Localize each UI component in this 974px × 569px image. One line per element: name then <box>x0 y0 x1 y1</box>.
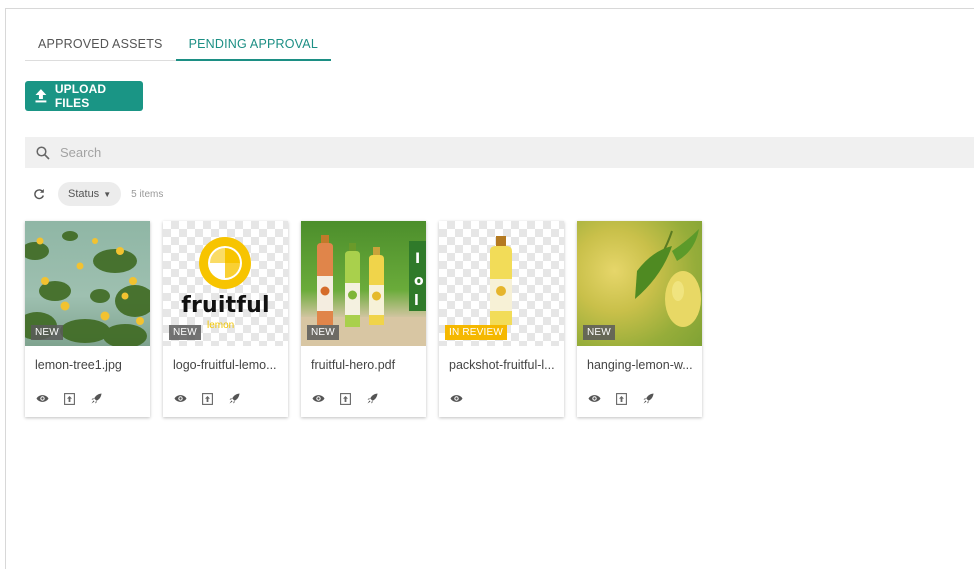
asset-actions <box>449 391 476 406</box>
logo-subtext: lemon <box>207 320 235 331</box>
svg-text:o: o <box>414 273 424 289</box>
asset-card[interactable]: NEW lemon-tree1.jpg <box>25 221 150 417</box>
upload-box-icon[interactable] <box>62 391 77 406</box>
asset-card[interactable]: I o l NEW fruitful-hero.pdf <box>301 221 426 417</box>
asset-actions <box>35 391 116 406</box>
asset-thumbnail: I o l NEW <box>301 221 426 346</box>
asset-name: packshot-fruitful-l... <box>449 358 555 372</box>
asset-name: lemon-tree1.jpg <box>35 358 122 372</box>
rocket-icon[interactable] <box>641 391 656 406</box>
rocket-icon[interactable] <box>89 391 104 406</box>
rocket-icon[interactable] <box>227 391 242 406</box>
status-filter-label: Status <box>68 188 100 200</box>
asset-thumbnail: fruitful lemon NEW <box>163 221 288 346</box>
refresh-icon <box>34 189 44 200</box>
upload-files-label: UPLOAD FILES <box>54 82 107 110</box>
search-icon <box>36 145 50 160</box>
upload-box-icon[interactable] <box>614 391 629 406</box>
rocket-icon[interactable] <box>365 391 380 406</box>
search-bar <box>25 137 974 168</box>
eye-icon[interactable] <box>587 391 602 406</box>
status-badge: IN REVIEW <box>445 325 508 340</box>
svg-text:l: l <box>414 293 419 309</box>
items-count: 5 items <box>131 188 164 200</box>
search-input[interactable] <box>60 145 660 160</box>
status-badge: NEW <box>31 325 63 340</box>
asset-actions <box>587 391 668 406</box>
svg-text:I: I <box>415 251 420 267</box>
upload-box-icon[interactable] <box>338 391 353 406</box>
status-badge: NEW <box>307 325 339 340</box>
tab-pending-approval[interactable]: PENDING APPROVAL <box>175 28 331 61</box>
status-badge: NEW <box>169 325 201 340</box>
upload-box-icon[interactable] <box>200 391 215 406</box>
filter-bar: Status ▼ 5 items <box>30 181 163 207</box>
asset-grid: NEW lemon-tree1.jpg fruitful lemon NEW l… <box>25 221 715 417</box>
asset-name: hanging-lemon-w... <box>587 358 693 372</box>
asset-card[interactable]: IN REVIEW packshot-fruitful-l... <box>439 221 564 417</box>
refresh-button[interactable] <box>30 185 48 203</box>
asset-actions <box>311 391 392 406</box>
asset-name: logo-fruitful-lemo... <box>173 358 277 372</box>
eye-icon[interactable] <box>35 391 50 406</box>
status-filter-dropdown[interactable]: Status ▼ <box>58 182 122 206</box>
status-badge: NEW <box>583 325 615 340</box>
eye-icon[interactable] <box>449 391 464 406</box>
eye-icon[interactable] <box>311 391 326 406</box>
upload-files-button[interactable]: UPLOAD FILES <box>25 81 143 111</box>
asset-name: fruitful-hero.pdf <box>311 358 396 372</box>
asset-thumbnail: IN REVIEW <box>439 221 564 346</box>
upload-icon <box>35 89 47 103</box>
asset-card[interactable]: fruitful lemon NEW logo-fruitful-lemo... <box>163 221 288 417</box>
logo-wordmark: fruitful <box>181 293 270 318</box>
asset-thumbnail: NEW <box>577 221 702 346</box>
caret-down-icon: ▼ <box>103 189 112 199</box>
asset-tabs: APPROVED ASSETS PENDING APPROVAL <box>25 28 331 61</box>
tab-approved-assets[interactable]: APPROVED ASSETS <box>25 28 176 61</box>
asset-thumbnail: NEW <box>25 221 150 346</box>
asset-card[interactable]: NEW hanging-lemon-w... <box>577 221 702 417</box>
eye-icon[interactable] <box>173 391 188 406</box>
asset-actions <box>173 391 254 406</box>
